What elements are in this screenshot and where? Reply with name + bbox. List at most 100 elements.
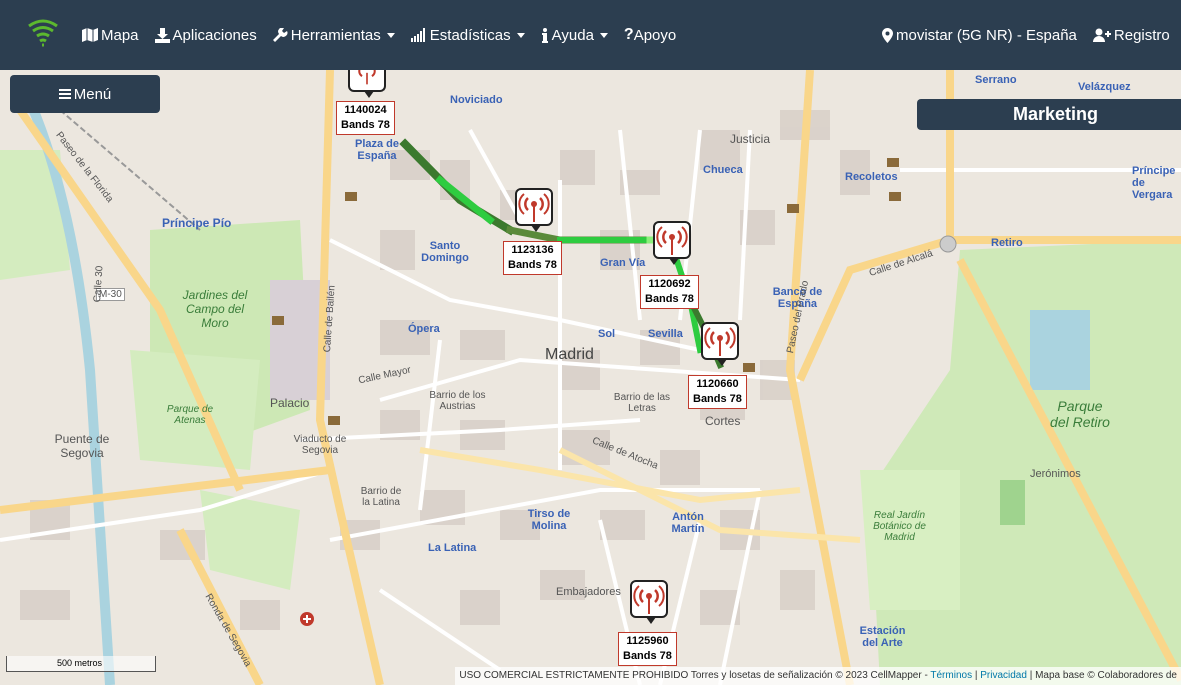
tower-bands: Bands 78 (693, 393, 742, 405)
map-label-sevilla: Sevilla (648, 328, 683, 340)
tower-id: 1123136 (511, 244, 554, 256)
nav-item-apoyo[interactable]: ? Apoyo (624, 26, 676, 44)
network-label: movistar (5G NR) - España (896, 26, 1077, 44)
tower-marker[interactable]: 1120660 Bands 78 (688, 322, 747, 409)
attribution-text: USO COMERCIAL ESTRICTAMENTE PROHIBIDO To… (459, 670, 931, 681)
map-label-barrio-austrias: Barrio de los Austrias (429, 390, 486, 412)
map-label-la-latina: La Latina (428, 542, 477, 554)
map-label-jardin-botanico: Real Jardín Botánico de Madrid (873, 510, 926, 543)
map-icon (82, 28, 98, 42)
map-label-gran-via: Gran Vía (600, 257, 646, 269)
navbar: Mapa Aplicaciones Herramientas Estadísti… (0, 0, 1181, 70)
map-label-recoletos: Recoletos (845, 171, 898, 183)
map-attribution: USO COMERCIAL ESTRICTAMENTE PROHIBIDO To… (455, 667, 1181, 685)
map-label-retiro: Retiro (991, 237, 1023, 249)
map-label-opera: Ópera (408, 323, 440, 335)
map-label-velazquez: Velázquez (1078, 81, 1131, 93)
nav-item-label: Estadísticas (429, 26, 511, 44)
menu-button-label: Menú (73, 85, 112, 103)
tower-id: 1120660 (696, 378, 739, 390)
map-label-principe-vergara: Príncipe de Vergara (1132, 165, 1176, 201)
map-label-embajadores: Embajadores (556, 586, 621, 598)
map-label-palacio: Palacio (270, 396, 310, 410)
marketing-banner[interactable]: Marketing (917, 99, 1181, 130)
terms-link[interactable]: Términos (930, 670, 972, 681)
cellmapper-logo-icon[interactable] (26, 16, 60, 50)
tower-label: 1120692 Bands 78 (640, 275, 699, 309)
map-label-justicia: Justicia (730, 132, 771, 146)
tower-id: 1125960 (626, 635, 669, 647)
map-label-santo-domingo: Santo Domingo (421, 240, 469, 264)
map-scale-bar: 500 metros (6, 656, 156, 672)
tower-marker[interactable]: 1120692 Bands 78 (640, 221, 699, 309)
cell-tower-icon[interactable] (701, 322, 739, 366)
map-marker-icon (882, 27, 893, 43)
tower-id: 1120692 (648, 278, 691, 290)
map-label-parque-atenas: Parque de Atenas (166, 404, 214, 426)
tower-id: 1140024 (344, 104, 387, 116)
nav-item-label: Aplicaciones (172, 26, 257, 44)
cell-tower-icon[interactable] (630, 580, 668, 624)
map-label-principe-pio: Príncipe Pío (162, 216, 232, 230)
scale-label: 500 metros (57, 658, 103, 668)
cell-tower-icon[interactable] (515, 188, 553, 232)
map-label-madrid: Madrid (545, 346, 594, 363)
map-label-parque-retiro: Parque del Retiro (1050, 398, 1110, 430)
map-label-puente-segovia: Puente de Segovia (54, 432, 110, 460)
signal-bars-icon (410, 28, 425, 42)
map-label-sol: Sol (598, 328, 616, 340)
map-label-viaducto: Viaducto de Segovia (293, 434, 347, 456)
register-label: Registro (1113, 26, 1170, 44)
chevron-down-icon (386, 32, 395, 38)
download-icon (154, 27, 170, 43)
wrench-icon (272, 27, 288, 42)
tower-label: 1125960 Bands 78 (618, 632, 677, 666)
tower-marker[interactable]: 1123136 Bands 78 (503, 188, 562, 275)
nav-item-herramientas[interactable]: Herramientas (272, 26, 395, 44)
tower-label: 1140024 Bands 78 (336, 101, 395, 135)
nav-item-label: Ayuda (551, 26, 594, 44)
map-label-noviciado: Noviciado (450, 94, 503, 106)
tower-label: 1123136 Bands 78 (503, 241, 562, 275)
map-label-cortes: Cortes (705, 414, 741, 428)
map-label-estacion-arte: Estación del Arte (859, 625, 906, 649)
map-label-jeronimos: Jerónimos (1030, 468, 1081, 480)
nav-item-aplicaciones[interactable]: Aplicaciones (154, 26, 257, 44)
map-label-jardines-moro: Jardines del Campo del Moro (182, 288, 248, 330)
nav-right: movistar (5G NR) - España Registro (882, 0, 1181, 70)
chevron-down-icon (599, 32, 608, 38)
map-label-plaza-espana: Plaza de España (354, 138, 400, 162)
map-label-serrano: Serrano (975, 74, 1017, 86)
tower-bands: Bands 78 (341, 119, 390, 131)
privacy-link[interactable]: Privacidad (980, 670, 1027, 681)
question-icon: ? (623, 26, 634, 43)
marketing-label: Marketing (1013, 104, 1099, 124)
nav-item-label: Herramientas (290, 26, 381, 44)
menu-button[interactable]: Menú (10, 75, 160, 113)
network-selector[interactable]: movistar (5G NR) - España (882, 27, 1077, 44)
attribution-base: Mapa base © Colaboradores de (1035, 670, 1177, 681)
nav-item-ayuda[interactable]: Ayuda (541, 27, 608, 44)
nav-item-estadisticas[interactable]: Estadísticas (410, 26, 525, 44)
tower-bands: Bands 78 (645, 293, 694, 305)
map-label-barrio-letras: Barrio de las Letras (613, 392, 671, 414)
info-icon (541, 27, 548, 43)
tower-marker[interactable]: 1125960 Bands 78 (618, 580, 677, 666)
chevron-down-icon (516, 32, 525, 38)
tower-label: 1120660 Bands 78 (688, 375, 747, 409)
map-label-tirso: Tirso de Molina (527, 508, 571, 532)
map-label-chueca: Chueca (703, 164, 743, 176)
nav-item-mapa[interactable]: Mapa (82, 27, 139, 44)
cell-tower-icon[interactable] (653, 221, 691, 265)
map-label-barrio-latina: Barrio de la Latina (360, 486, 402, 508)
tower-bands: Bands 78 (623, 650, 672, 662)
tower-bands: Bands 78 (508, 259, 557, 271)
map-label-anton-martin: Antón Martín (671, 511, 705, 535)
user-plus-icon (1092, 28, 1111, 42)
register-link[interactable]: Registro (1092, 26, 1170, 44)
nav-item-label: Mapa (101, 26, 139, 44)
hamburger-icon (58, 87, 71, 101)
map-canvas[interactable]: Madrid Noviciado Plaza de España Príncip… (0, 70, 1181, 685)
nav-item-label: Apoyo (633, 26, 677, 44)
nav-main: Mapa Aplicaciones Herramientas Estadísti… (82, 0, 676, 70)
